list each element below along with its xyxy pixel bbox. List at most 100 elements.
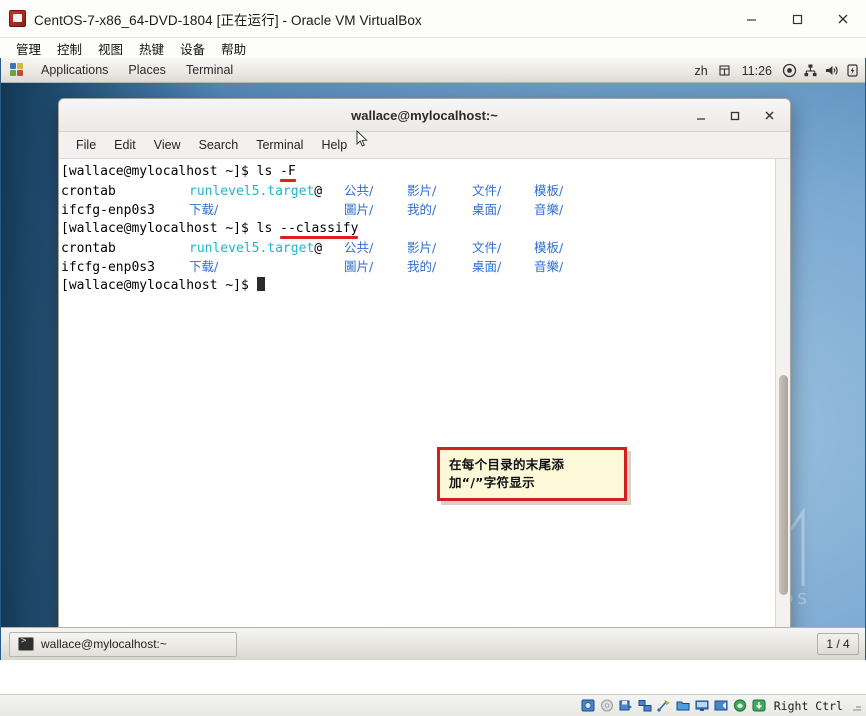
screenshot-root: CentOS-7-x86_64-DVD-1804 [正在运行] - Oracle…: [0, 0, 866, 716]
minimize-button[interactable]: [684, 99, 718, 132]
ls-entry: 模板/: [534, 240, 564, 255]
ls-entry: ifcfg-enp0s3: [61, 203, 155, 218]
terminal-cursor: [256, 277, 265, 291]
guest-screen: NTOS Applications Places Terminal zh 11:…: [0, 58, 866, 660]
virtualbox-window-title: CentOS-7-x86_64-DVD-1804 [正在运行] - Oracle…: [34, 12, 422, 28]
ls-entry: 我的/: [407, 259, 437, 274]
ls-entry: 文件/: [472, 240, 502, 255]
minimize-button[interactable]: [728, 0, 774, 38]
host-key-label: Right Ctrl: [773, 698, 843, 713]
annotation-line-2: 加“/”字符显示: [449, 475, 535, 490]
terminal-title: wallace@mylocalhost:~: [351, 107, 498, 123]
terminal-menu-file[interactable]: File: [67, 138, 105, 152]
ls-entry-suffix: @: [314, 241, 323, 256]
maximize-button[interactable]: [718, 99, 752, 132]
shared-folders-icon[interactable]: [675, 698, 691, 713]
optical-disk-icon[interactable]: [599, 698, 615, 713]
clock-label[interactable]: 11:26: [737, 64, 777, 78]
workspace-label: 1 / 4: [826, 637, 850, 651]
ls-entry: 影片/: [407, 183, 437, 198]
applications-icon: [10, 63, 25, 77]
usb-icon[interactable]: [656, 698, 672, 713]
network-wired-icon[interactable]: [801, 62, 819, 80]
ls-entry: 我的/: [407, 202, 437, 217]
gnome-taskbar: wallace@mylocalhost:~ 1 / 4: [1, 627, 865, 660]
terminal-command-line: [wallace@mylocalhost ~]$ ls --classify: [61, 219, 774, 239]
terminal-menu-view[interactable]: View: [145, 138, 190, 152]
terminal-menu-search[interactable]: Search: [190, 138, 248, 152]
command-text: ls: [256, 164, 281, 179]
floppy-icon[interactable]: [618, 698, 634, 713]
annotation-callout: 在每个目录的末尾添 加“/”字符显示: [437, 447, 627, 501]
terminal-menu-terminal[interactable]: Terminal: [247, 138, 312, 152]
terminal-titlebar: wallace@mylocalhost:~: [59, 99, 790, 132]
vbox-menu-help[interactable]: 帮助: [213, 39, 254, 58]
command-flag: --classify: [280, 221, 359, 239]
virtualbox-icon: [9, 10, 26, 27]
mouse-integration-icon[interactable]: [751, 698, 767, 713]
display-icon[interactable]: [694, 698, 710, 713]
ls-output-row: ifcfg-enp0s3 下载/圖片/我的/桌面/音樂/: [61, 200, 774, 219]
ls-output-row: crontab runlevel5.target@ 公共/影片/文件/模板/: [61, 181, 774, 200]
virtualbox-menubar: 管理 控制 视图 热键 设备 帮助: [0, 38, 866, 58]
terminal-scrollbar-thumb[interactable]: [779, 375, 788, 595]
vbox-menu-manage[interactable]: 管理: [8, 39, 49, 58]
input-method-indicator[interactable]: zh: [689, 64, 712, 78]
ls-entry: 下载/: [189, 259, 219, 274]
virtualbox-titlebar: CentOS-7-x86_64-DVD-1804 [正在运行] - Oracle…: [0, 0, 866, 38]
prompt-text: [wallace@mylocalhost ~]$: [61, 278, 257, 293]
terminal-command-line: [wallace@mylocalhost ~]$ ls -F: [61, 162, 774, 182]
virtualbox-window-controls: [728, 0, 866, 38]
volume-icon[interactable]: [822, 62, 840, 80]
terminal-window: wallace@mylocalhost:~ File Edit View Sea…: [58, 98, 791, 655]
workspace-switcher[interactable]: 1 / 4: [817, 633, 859, 655]
calendar-icon[interactable]: [716, 62, 734, 80]
virtualbox-statusbar: Right Ctrl: [0, 694, 866, 716]
harddisk-icon[interactable]: [580, 698, 596, 713]
prompt-text: [wallace@mylocalhost ~]$: [61, 164, 257, 179]
ls-entry: 圖片/: [344, 259, 374, 274]
taskbar-window-button[interactable]: wallace@mylocalhost:~: [9, 631, 237, 657]
command-text: ls: [256, 221, 281, 236]
ls-entry: 桌面/: [472, 259, 502, 274]
taskbar-window-label: wallace@mylocalhost:~: [41, 637, 167, 651]
video-capture-icon[interactable]: [713, 698, 729, 713]
terminal-active-prompt: [wallace@mylocalhost ~]$: [61, 276, 774, 295]
ls-entry: 公共/: [344, 240, 374, 255]
resize-grip[interactable]: [850, 700, 862, 712]
battery-icon[interactable]: [843, 62, 861, 80]
terminal-output-area[interactable]: [wallace@mylocalhost ~]$ ls -F crontab ru…: [59, 159, 790, 654]
accessibility-icon[interactable]: [780, 62, 798, 80]
prompt-text: [wallace@mylocalhost ~]$: [61, 221, 257, 236]
terminal-menubar: File Edit View Search Terminal Help: [59, 132, 790, 159]
ls-output-row: ifcfg-enp0s3 下载/圖片/我的/桌面/音樂/: [61, 257, 774, 276]
terminal-scrollbar[interactable]: [775, 159, 790, 654]
ls-entry: 文件/: [472, 183, 502, 198]
maximize-button[interactable]: [774, 0, 820, 38]
ls-entry: 影片/: [407, 240, 437, 255]
ls-entry: 模板/: [534, 183, 564, 198]
panel-item-places[interactable]: Places: [118, 63, 176, 77]
ls-entry: 音樂/: [534, 202, 564, 217]
gnome-panel-right: zh 11:26: [689, 58, 861, 83]
ls-entry: 音樂/: [534, 259, 564, 274]
close-button[interactable]: [752, 99, 786, 132]
vbox-menu-view[interactable]: 视图: [90, 39, 131, 58]
terminal-window-controls: [684, 99, 786, 132]
panel-item-terminal[interactable]: Terminal: [176, 63, 243, 77]
ls-entry: ifcfg-enp0s3: [61, 260, 155, 275]
ls-output-row: crontab runlevel5.target@ 公共/影片/文件/模板/: [61, 238, 774, 257]
ls-entry: 公共/: [344, 183, 374, 198]
close-button[interactable]: [820, 0, 866, 38]
features-icon[interactable]: [732, 698, 748, 713]
ls-entry: runlevel5.target: [189, 241, 315, 256]
vbox-menu-hotkeys[interactable]: 热键: [131, 39, 172, 58]
panel-item-applications[interactable]: Applications: [31, 63, 118, 77]
network-icon[interactable]: [637, 698, 653, 713]
terminal-menu-help[interactable]: Help: [312, 138, 356, 152]
ls-entry-suffix: @: [314, 184, 323, 199]
terminal-menu-edit[interactable]: Edit: [105, 138, 145, 152]
ls-entry: crontab: [61, 184, 116, 199]
vbox-menu-control[interactable]: 控制: [49, 39, 90, 58]
vbox-menu-devices[interactable]: 设备: [172, 39, 213, 58]
